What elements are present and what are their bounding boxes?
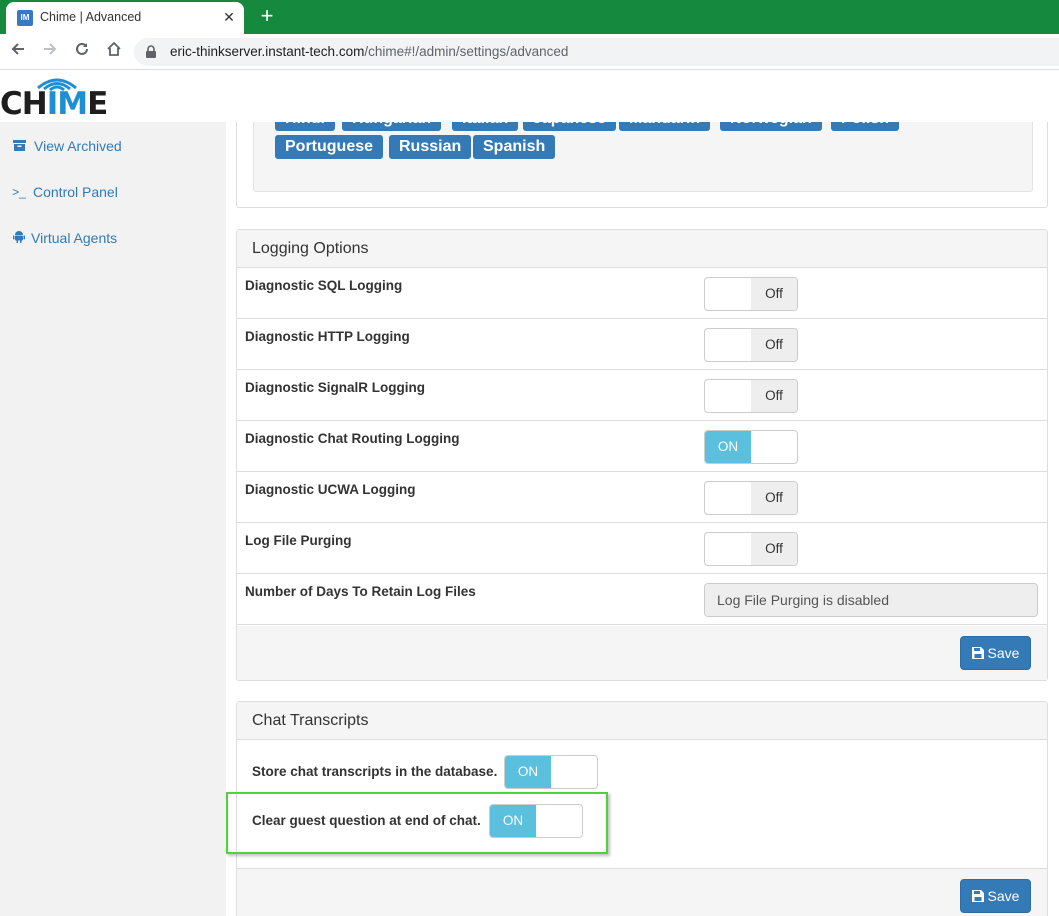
sidebar-item-virtual-agents[interactable]: Virtual Agents	[0, 223, 226, 253]
android-icon	[11, 223, 27, 253]
store-transcripts-toggle[interactable]: ON	[504, 755, 598, 789]
http-logging-toggle[interactable]: Off	[704, 328, 798, 362]
sidebar-item-label: View Archived	[34, 138, 122, 154]
save-logging-button[interactable]: Save	[960, 636, 1031, 670]
browser-toolbar: eric-thinkserver.instant-tech.com/chime#…	[0, 34, 1059, 70]
language-tag[interactable]: Japanese	[523, 122, 616, 131]
setting-label: Log File Purging	[245, 533, 352, 548]
sql-logging-toggle[interactable]: Off	[704, 277, 798, 311]
language-tag[interactable]: Portuguese	[275, 135, 384, 159]
forward-arrow-icon[interactable]	[39, 41, 61, 63]
browser-tab[interactable]: IM Chime | Advanced ✕	[6, 2, 244, 34]
logging-row-sql: Diagnostic SQL Logging Off	[237, 268, 1047, 319]
url-host: eric-thinkserver.instant-tech.com	[170, 44, 365, 59]
url-path: /chime#!/admin/settings/advanced	[364, 44, 569, 59]
floppy-disk-icon	[971, 890, 984, 902]
logo-accent: IM	[46, 86, 88, 122]
setting-label: Diagnostic SignalR Logging	[245, 380, 425, 395]
close-tab-icon[interactable]: ✕	[220, 8, 238, 26]
sidebar-item-view-archived[interactable]: View Archived	[0, 131, 226, 161]
panel-title: Chat Transcripts	[237, 702, 1047, 740]
chime-logo[interactable]: CHIME	[0, 74, 108, 120]
language-tag[interactable]: Polish	[831, 122, 900, 131]
setting-label: Diagnostic SQL Logging	[245, 278, 403, 293]
chat-routing-logging-toggle[interactable]: ON	[704, 430, 798, 464]
toggle-state: ON	[505, 756, 551, 788]
terminal-icon: >_	[12, 185, 26, 199]
floppy-disk-icon	[971, 647, 984, 659]
logging-row-http: Diagnostic HTTP Logging Off	[237, 319, 1047, 370]
language-tag[interactable]: Mandarin	[619, 122, 711, 131]
toggle-state: Off	[751, 533, 797, 565]
address-bar[interactable]: eric-thinkserver.instant-tech.com/chime#…	[134, 38, 1059, 66]
setting-label: Diagnostic HTTP Logging	[245, 329, 410, 344]
url-text: eric-thinkserver.instant-tech.com/chime#…	[170, 44, 568, 59]
language-tag[interactable]: Hindi	[275, 122, 335, 131]
save-label: Save	[987, 645, 1020, 661]
toggle-state: Off	[751, 329, 797, 361]
language-tag[interactable]: Spanish	[473, 135, 556, 159]
sidebar-item-label: Control Panel	[33, 184, 118, 200]
setting-label: Diagnostic Chat Routing Logging	[245, 431, 460, 446]
save-label: Save	[987, 888, 1020, 904]
logging-row-chat-routing: Diagnostic Chat Routing Logging ON	[237, 421, 1047, 472]
tab-title: Chime | Advanced	[40, 10, 142, 24]
logo-prefix: CH	[0, 86, 48, 122]
sidebar-item-label: Virtual Agents	[31, 230, 118, 246]
retain-days-input[interactable]: Log File Purging is disabled	[704, 583, 1038, 617]
language-tag-well: Hindi Hungarian Italian Japanese Mandari…	[253, 122, 1033, 192]
panel-footer: Save	[237, 868, 1047, 916]
back-arrow-icon[interactable]	[7, 41, 29, 63]
main-content: Hindi Hungarian Italian Japanese Mandari…	[226, 122, 1059, 916]
logging-options-panel: Logging Options Diagnostic SQL Logging O…	[236, 229, 1048, 681]
language-tag[interactable]: Hungarian	[342, 122, 442, 131]
signalr-logging-toggle[interactable]: Off	[704, 379, 798, 413]
language-tag[interactable]: Russian	[389, 135, 472, 159]
logging-row-signalr: Diagnostic SignalR Logging Off	[237, 370, 1047, 421]
chime-favicon-icon: IM	[17, 10, 33, 26]
ucwa-logging-toggle[interactable]: Off	[704, 481, 798, 515]
setting-label: Diagnostic UCWA Logging	[245, 482, 416, 497]
logo-wordmark: CHIME	[0, 86, 108, 122]
home-icon[interactable]	[103, 41, 125, 63]
toggle-state: Off	[751, 482, 797, 514]
language-tag[interactable]: Norwegian	[720, 122, 822, 131]
browser-tab-strip: IM Chime | Advanced ✕ +	[0, 0, 1059, 34]
logging-row-retain-days: Number of Days To Retain Log Files Log F…	[237, 574, 1047, 625]
logging-row-ucwa: Diagnostic UCWA Logging Off	[237, 472, 1047, 523]
toggle-state: Off	[751, 380, 797, 412]
logging-row-log-purging: Log File Purging Off	[237, 523, 1047, 574]
reload-icon[interactable]	[71, 41, 93, 63]
panel-title: Logging Options	[237, 230, 1047, 268]
app-header: CHIME	[0, 70, 1059, 122]
sidebar-item-control-panel[interactable]: >_ Control Panel	[0, 177, 226, 207]
panel-footer: Save	[237, 626, 1047, 680]
new-tab-icon[interactable]: +	[256, 4, 278, 28]
toggle-state: Off	[751, 278, 797, 310]
sidebar: View Archived >_ Control Panel Virtual A…	[0, 122, 226, 916]
archive-icon	[11, 131, 27, 161]
language-tag[interactable]: Italian	[452, 122, 519, 131]
setting-label: Number of Days To Retain Log Files	[245, 584, 476, 599]
save-transcripts-button[interactable]: Save	[960, 879, 1031, 913]
highlight-annotation	[226, 792, 608, 854]
logo-suffix: E	[87, 86, 108, 122]
toggle-state: ON	[705, 431, 751, 463]
setting-label: Store chat transcripts in the database.	[252, 764, 498, 779]
lock-icon	[146, 45, 156, 58]
log-file-purging-toggle[interactable]: Off	[704, 532, 798, 566]
languages-panel: Hindi Hungarian Italian Japanese Mandari…	[236, 122, 1048, 208]
